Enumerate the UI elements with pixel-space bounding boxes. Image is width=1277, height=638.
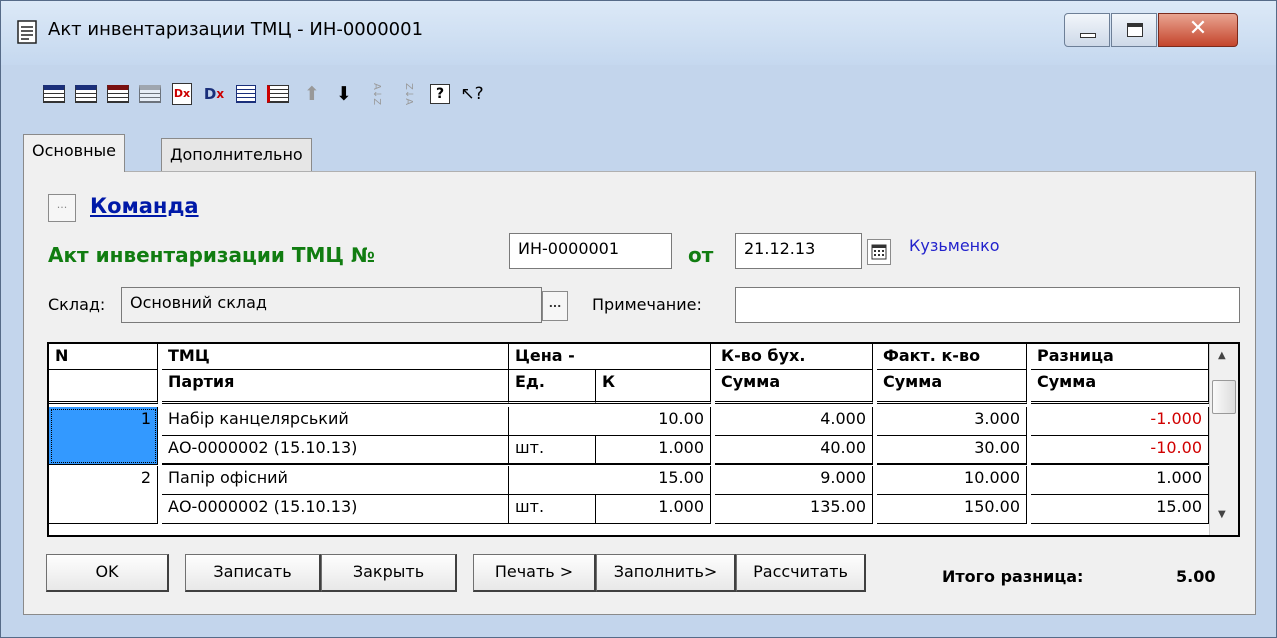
maximize-icon: [1127, 23, 1143, 37]
calendar-icon: [871, 244, 887, 260]
date-field[interactable]: 21.12.13: [735, 233, 862, 269]
ok-button[interactable]: OK: [46, 554, 169, 592]
warehouse-select-button[interactable]: ...: [542, 291, 568, 321]
note-label: Примечание:: [592, 295, 702, 314]
sum-diff-cell[interactable]: 15.00: [1031, 495, 1209, 524]
qty-fact-cell[interactable]: 3.000: [877, 407, 1027, 436]
k-cell[interactable]: 1.000: [596, 436, 711, 465]
diff-cell[interactable]: 1.000: [1031, 466, 1209, 495]
close-window-button[interactable]: ✕: [1158, 13, 1238, 47]
new-row-icon[interactable]: [41, 81, 67, 107]
tab-additional-label: Дополнительно: [170, 145, 303, 164]
tab-main[interactable]: Основные: [23, 134, 126, 172]
date-label: от: [688, 243, 714, 267]
scroll-up-icon[interactable]: ▲: [1218, 350, 1226, 361]
author-label: Кузьменко: [909, 236, 1000, 255]
qty-book-cell[interactable]: 4.000: [715, 407, 873, 436]
sort-desc-icon[interactable]: Z↓A: [395, 81, 421, 107]
qty-book-cell[interactable]: 9.000: [715, 466, 873, 495]
sum-diff-cell[interactable]: -10.00: [1031, 436, 1209, 465]
move-down-icon[interactable]: ⬇: [331, 81, 357, 107]
col-header-qty-book[interactable]: К-во бух.: [715, 344, 873, 370]
title-bar[interactable]: Акт инвентаризации ТМЦ - ИН-0000001 ✕: [1, 1, 1276, 65]
delete-doc-icon[interactable]: Dx: [169, 81, 195, 107]
tab-additional[interactable]: Дополнительно: [161, 138, 312, 171]
fill-button[interactable]: Заполнить>: [596, 554, 736, 592]
copy-row-icon[interactable]: [137, 81, 163, 107]
row-number-cell[interactable]: 2: [49, 466, 158, 524]
batch-cell[interactable]: АО-0000002 (15.10.13): [162, 436, 509, 465]
insert-icon[interactable]: [265, 81, 291, 107]
help-icon[interactable]: ?: [427, 81, 453, 107]
maximize-button[interactable]: [1111, 13, 1157, 47]
scroll-down-icon[interactable]: ▼: [1218, 509, 1226, 520]
doc-title: Акт инвентаризации ТМЦ №: [48, 243, 375, 267]
help-glyph: ?: [430, 84, 450, 104]
col-header-k[interactable]: К: [596, 370, 711, 404]
calendar-button[interactable]: [867, 239, 891, 265]
sum-book-cell[interactable]: 40.00: [715, 436, 873, 465]
col-header-sum-diff[interactable]: Сумма: [1031, 370, 1209, 404]
col-header-batch[interactable]: Партия: [162, 370, 509, 404]
col-header-qty-fact[interactable]: Факт. к-во: [877, 344, 1027, 370]
qty-fact-cell[interactable]: 10.000: [877, 466, 1027, 495]
add-row-icon[interactable]: [73, 81, 99, 107]
edit-icon[interactable]: [233, 81, 259, 107]
minimize-button[interactable]: [1064, 13, 1110, 47]
warehouse-label: Склад:: [48, 295, 106, 314]
document-window: Акт инвентаризации ТМЦ - ИН-0000001 ✕ Dx…: [0, 0, 1277, 638]
context-help-icon[interactable]: ↖?: [459, 81, 485, 107]
window-title: Акт инвентаризации ТМЦ - ИН-0000001: [48, 19, 424, 40]
unit-cell[interactable]: шт.: [509, 495, 596, 524]
close-button[interactable]: Закрыть: [321, 554, 457, 592]
close-icon: ✕: [1188, 16, 1208, 41]
document-icon: [17, 20, 37, 44]
col-header-price[interactable]: Цена -: [509, 344, 711, 370]
tab-main-label: Основные: [32, 141, 117, 160]
minimize-icon: [1080, 33, 1096, 38]
delete-row-icon[interactable]: [105, 81, 131, 107]
sum-fact-cell[interactable]: 150.00: [877, 495, 1027, 524]
total-diff-label: Итого разница:: [942, 567, 1084, 586]
unit-cell[interactable]: шт.: [509, 436, 596, 465]
col-header-item[interactable]: ТМЦ: [162, 344, 509, 370]
col-header-sum-book[interactable]: Сумма: [715, 370, 873, 404]
sort-asc-icon[interactable]: A↓Z: [363, 81, 389, 107]
warehouse-field[interactable]: Основний склад: [121, 287, 542, 323]
batch-cell[interactable]: АО-0000002 (15.10.13): [162, 495, 509, 524]
total-diff-value: 5.00: [1176, 567, 1216, 586]
move-up-icon[interactable]: ⬆: [299, 81, 325, 107]
table-scrollbar[interactable]: ▲ ▼: [1209, 344, 1238, 535]
col-header-sum-fact[interactable]: Сумма: [877, 370, 1027, 404]
col-header-unit[interactable]: Ед.: [509, 370, 596, 404]
command-select-button[interactable]: ...: [48, 194, 76, 222]
sum-book-cell[interactable]: 135.00: [715, 495, 873, 524]
toolbar: Dx Dx ⬆ ⬇ A↓Z Z↓A ? ↖?: [1, 65, 1276, 125]
col-header-n-blank: [49, 370, 158, 404]
sum-fact-cell[interactable]: 30.00: [877, 436, 1027, 465]
col-header-diff[interactable]: Разница: [1031, 344, 1209, 370]
command-link[interactable]: Команда: [90, 194, 199, 218]
save-button[interactable]: Записать: [185, 554, 321, 592]
diff-cell[interactable]: -1.000: [1031, 407, 1209, 436]
col-header-n[interactable]: N: [49, 344, 158, 370]
items-table[interactable]: N ТМЦ Цена - К-во бух. Факт. к-во Разниц…: [47, 342, 1240, 537]
note-field[interactable]: [735, 287, 1240, 323]
delete-mark-icon[interactable]: Dx: [201, 81, 227, 107]
scroll-thumb[interactable]: [1212, 380, 1236, 414]
item-name-cell[interactable]: Папір офісний: [162, 466, 509, 495]
row-number-cell[interactable]: 1: [49, 407, 158, 465]
k-cell[interactable]: 1.000: [596, 495, 711, 524]
print-button[interactable]: Печать >: [473, 554, 596, 592]
item-name-cell[interactable]: Набір канцелярський: [162, 407, 509, 436]
price-cell[interactable]: 15.00: [509, 466, 711, 495]
calculate-button[interactable]: Рассчитать: [736, 554, 866, 592]
doc-number-field[interactable]: ИН-0000001: [509, 233, 672, 269]
price-cell[interactable]: 10.00: [509, 407, 711, 436]
